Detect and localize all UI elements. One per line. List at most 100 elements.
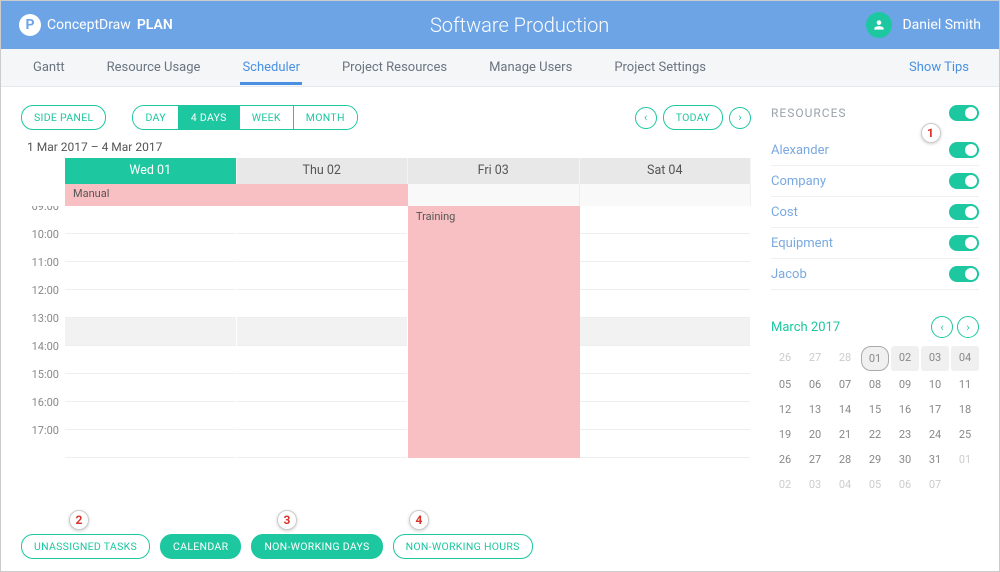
event-training[interactable]: Training [408,206,580,458]
resource-item: Company [771,166,979,197]
mini-cal-day[interactable]: 01 [861,346,889,371]
resource-name[interactable]: Company [771,174,826,189]
mini-cal-day[interactable]: 07 [831,373,859,396]
resource-item: Cost [771,197,979,228]
side-panel-button[interactable]: SIDE PANEL [21,105,106,130]
today-button[interactable]: TODAY [663,105,723,130]
resource-name[interactable]: Cost [771,205,798,220]
next-range-button[interactable]: › [729,107,751,129]
mini-cal-day[interactable]: 07 [921,473,949,496]
nav-manage-users[interactable]: Manage Users [487,50,574,85]
mini-cal-day[interactable]: 25 [951,423,979,446]
view-day[interactable]: DAY [133,106,178,129]
nav-project-resources[interactable]: Project Resources [340,50,449,85]
mini-cal-day[interactable]: 30 [891,448,919,471]
user-menu[interactable]: Daniel Smith [866,12,981,38]
mini-cal-day[interactable]: 04 [951,346,979,371]
resource-toggle[interactable] [949,142,979,158]
mini-cal-day[interactable]: 26 [771,448,799,471]
resource-toggle[interactable] [949,204,979,220]
resource-item: Jacob [771,259,979,290]
logo[interactable]: P ConceptDraw PLAN [19,14,173,36]
mini-cal-day[interactable]: 11 [951,373,979,396]
resource-name[interactable]: Alexander [771,143,829,158]
mini-cal-day[interactable]: 12 [771,398,799,421]
date-range-label: 1 Mar 2017 – 4 Mar 2017 [27,140,751,154]
user-name: Daniel Smith [902,17,981,33]
nav-scheduler[interactable]: Scheduler [240,50,302,85]
mini-cal-prev[interactable]: ‹ [931,316,953,338]
mini-cal-header: March 2017 ‹ › [771,316,979,338]
unassigned-tasks-button[interactable]: UNASSIGNED TASKS [21,534,150,559]
view-week[interactable]: WEEK [240,106,294,129]
logo-icon: P [19,14,41,36]
prev-range-button[interactable]: ‹ [635,107,657,129]
resource-toggle[interactable] [949,266,979,282]
mini-cal-day[interactable]: 15 [861,398,889,421]
nav-gantt[interactable]: Gantt [31,50,67,85]
day-header[interactable]: Thu 02 [237,158,409,184]
non-working-hours-button[interactable]: NON-WORKING HOURS [393,534,533,559]
view-month[interactable]: MONTH [294,106,357,129]
bottom-toolbar: 2 3 4 UNASSIGNED TASKS CALENDAR NON-WORK… [21,534,751,559]
event-manual[interactable]: Manual [65,184,408,206]
resource-toggle[interactable] [949,173,979,189]
mini-cal-day[interactable]: 29 [861,448,889,471]
mini-cal-day[interactable]: 05 [771,373,799,396]
mini-cal-day[interactable]: 14 [831,398,859,421]
mini-cal-day[interactable]: 27 [801,448,829,471]
nav-resource-usage[interactable]: Resource Usage [105,50,203,85]
mini-cal-day[interactable]: 03 [801,473,829,496]
mini-cal-next[interactable]: › [957,316,979,338]
mini-cal-day[interactable]: 21 [831,423,859,446]
mini-cal-day[interactable]: 01 [951,448,979,471]
mini-cal-day[interactable]: 19 [771,423,799,446]
nav-project-settings[interactable]: Project Settings [612,50,708,85]
mini-cal-day[interactable]: 28 [831,346,859,371]
resources-master-toggle[interactable] [949,105,979,121]
mini-cal-day[interactable]: 20 [801,423,829,446]
mini-cal-day[interactable]: 06 [891,473,919,496]
main-nav: Gantt Resource Usage Scheduler Project R… [1,49,999,87]
mini-cal-day[interactable]: 27 [801,346,829,371]
mini-cal-day[interactable]: 31 [921,448,949,471]
resource-name[interactable]: Jacob [771,267,807,282]
allday-row: Manual [65,184,751,206]
mini-cal-day[interactable]: 26 [771,346,799,371]
mini-cal-day[interactable]: 09 [891,373,919,396]
annotation-4: 4 [409,510,429,530]
resources-title: RESOURCES [771,106,847,120]
mini-cal-month: March 2017 [771,320,840,335]
mini-cal-day[interactable]: 10 [921,373,949,396]
resource-item: Equipment [771,228,979,259]
mini-cal-day[interactable]: 24 [921,423,949,446]
show-tips-link[interactable]: Show Tips [909,60,969,75]
mini-cal-day[interactable]: 02 [891,346,919,371]
day-header-row: Wed 01 Thu 02 Fri 03 Sat 04 [65,158,751,184]
mini-cal-day[interactable]: 02 [771,473,799,496]
brand-name: ConceptDraw [47,17,131,33]
mini-cal-day[interactable]: 05 [861,473,889,496]
day-header[interactable]: Fri 03 [408,158,580,184]
mini-cal-day[interactable]: 03 [921,346,949,371]
resource-name[interactable]: Equipment [771,236,833,251]
resource-item: Alexander [771,135,979,166]
mini-cal-day[interactable]: 18 [951,398,979,421]
mini-cal-day[interactable]: 06 [801,373,829,396]
mini-cal-day[interactable]: 13 [801,398,829,421]
mini-cal-day[interactable]: 22 [861,423,889,446]
mini-cal-day[interactable]: 23 [891,423,919,446]
mini-cal-day[interactable]: 08 [861,373,889,396]
day-header[interactable]: Sat 04 [580,158,752,184]
time-ruler: 09:0010:0011:00 12:0013:0014:00 15:0016:… [21,206,65,520]
non-working-days-button[interactable]: NON-WORKING DAYS [251,534,382,559]
mini-cal-day[interactable]: 16 [891,398,919,421]
mini-cal-day[interactable]: 28 [831,448,859,471]
resource-toggle[interactable] [949,235,979,251]
mini-cal-day[interactable]: 04 [831,473,859,496]
annotation-3: 3 [277,510,297,530]
day-header[interactable]: Wed 01 [65,158,237,184]
mini-cal-day[interactable]: 17 [921,398,949,421]
calendar-button[interactable]: CALENDAR [160,534,241,559]
view-4days[interactable]: 4 DAYS [179,106,240,129]
